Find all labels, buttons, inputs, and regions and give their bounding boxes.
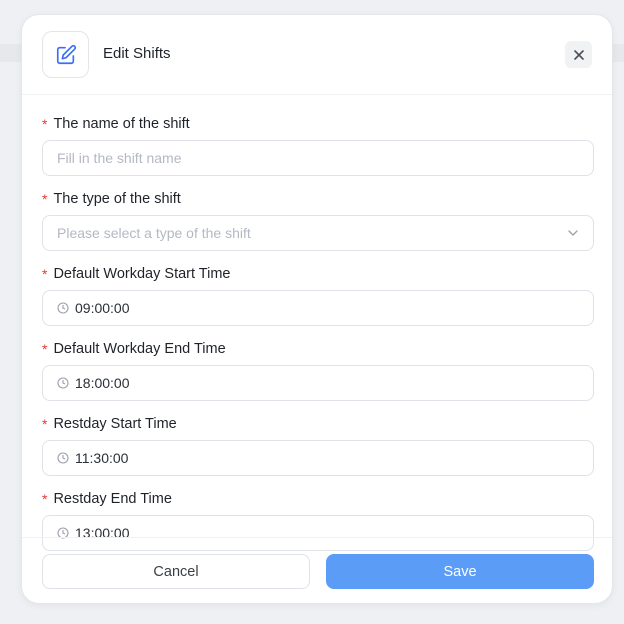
modal-header: Edit Shifts: [22, 15, 612, 95]
shift-name-label: The name of the shift: [53, 116, 190, 132]
shift-type-label-row: * The type of the shift: [42, 190, 594, 208]
restday-end-time-picker[interactable]: 13:00:00: [42, 515, 594, 551]
restday-end-label-row: * Restday End Time: [42, 490, 594, 508]
edit-shifts-modal: Edit Shifts * The name of the shift Fill…: [21, 14, 613, 604]
shift-type-field: * The type of the shift Please select a …: [42, 190, 594, 251]
restday-end-field: * Restday End Time 13:00:00: [42, 490, 594, 551]
workday-end-value: 18:00:00: [75, 375, 130, 391]
edit-icon: [42, 31, 89, 78]
modal-title: Edit Shifts: [103, 45, 171, 62]
shift-name-input[interactable]: Fill in the shift name: [42, 140, 594, 176]
required-marker: *: [42, 416, 48, 432]
shift-type-placeholder: Please select a type of the shift: [57, 225, 251, 241]
workday-start-label-row: * Default Workday Start Time: [42, 265, 594, 283]
cancel-button[interactable]: Cancel: [42, 554, 310, 589]
required-marker: *: [42, 341, 48, 357]
shift-name-field: * The name of the shift Fill in the shif…: [42, 115, 594, 176]
shift-form: * The name of the shift Fill in the shif…: [42, 115, 594, 551]
clock-icon: [57, 302, 69, 314]
clock-icon: [57, 377, 69, 389]
shift-name-label-row: * The name of the shift: [42, 115, 594, 133]
workday-end-label-row: * Default Workday End Time: [42, 340, 594, 358]
close-button[interactable]: [565, 41, 592, 68]
workday-start-field: * Default Workday Start Time 09:00:00: [42, 265, 594, 326]
restday-end-label: Restday End Time: [53, 491, 172, 507]
restday-start-value: 11:30:00: [75, 450, 129, 466]
save-button[interactable]: Save: [326, 554, 594, 589]
footer-divider: [22, 537, 612, 538]
restday-start-label: Restday Start Time: [53, 416, 177, 432]
close-icon: [573, 49, 584, 60]
chevron-down-icon: [568, 230, 578, 236]
restday-start-time-picker[interactable]: 11:30:00: [42, 440, 594, 476]
shift-type-select[interactable]: Please select a type of the shift: [42, 215, 594, 251]
shift-name-placeholder: Fill in the shift name: [57, 150, 182, 166]
workday-start-value: 09:00:00: [75, 300, 130, 316]
restday-start-field: * Restday Start Time 11:30:00: [42, 415, 594, 476]
workday-start-time-picker[interactable]: 09:00:00: [42, 290, 594, 326]
restday-start-label-row: * Restday Start Time: [42, 415, 594, 433]
required-marker: *: [42, 191, 48, 207]
required-marker: *: [42, 491, 48, 507]
required-marker: *: [42, 266, 48, 282]
shift-type-label: The type of the shift: [53, 191, 181, 207]
required-marker: *: [42, 116, 48, 132]
workday-end-time-picker[interactable]: 18:00:00: [42, 365, 594, 401]
workday-end-label: Default Workday End Time: [53, 341, 226, 357]
workday-end-field: * Default Workday End Time 18:00:00: [42, 340, 594, 401]
workday-start-label: Default Workday Start Time: [53, 266, 231, 282]
clock-icon: [57, 452, 69, 464]
restday-end-value: 13:00:00: [75, 525, 130, 541]
